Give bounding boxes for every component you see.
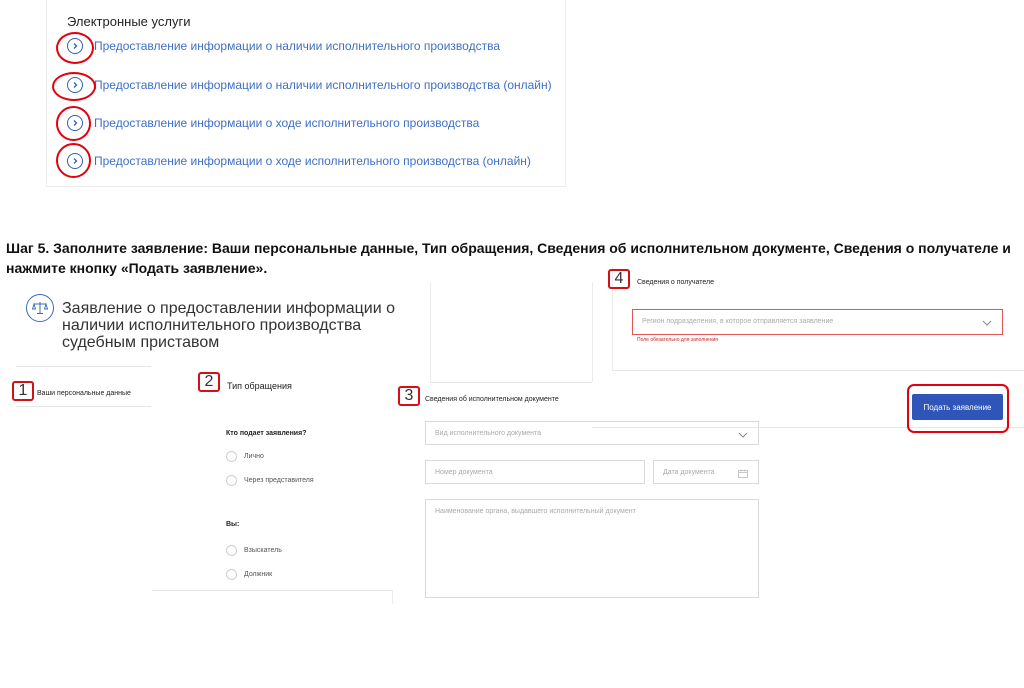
chevron-down-icon[interactable] <box>738 432 748 440</box>
service-link[interactable]: Предоставление информации о ходе исполни… <box>94 154 531 168</box>
services-panel: Электронные услуги Предоставление информ… <box>46 0 566 187</box>
divider <box>16 366 151 367</box>
issuer-textarea[interactable]: Наименование органа, выдавшего исполните… <box>425 499 759 598</box>
service-item[interactable]: Предоставление информации о ходе исполни… <box>61 146 531 176</box>
section-number-1: 1 <box>12 381 34 401</box>
document-number-placeholder: Номер документа <box>435 469 493 476</box>
radio-label[interactable]: Должник <box>244 571 272 578</box>
section-number-2: 2 <box>198 372 220 392</box>
document-date-placeholder: Дата документа <box>663 469 715 476</box>
radio-option[interactable]: Взыскатель <box>226 545 282 556</box>
issuer-placeholder: Наименование органа, выдавшего исполните… <box>435 508 636 515</box>
divider <box>16 406 151 407</box>
radio-option[interactable]: Лично <box>226 451 264 462</box>
section-label-recipient[interactable]: Сведения о получателе <box>637 279 714 286</box>
divider <box>430 282 431 382</box>
divider <box>430 382 592 383</box>
submit-button[interactable]: Подать заявление <box>912 394 1003 420</box>
region-placeholder: Регион подразделения, в которое отправля… <box>642 318 834 325</box>
service-link[interactable]: Предоставление информации о наличии испо… <box>94 78 552 92</box>
chevron-down-icon[interactable] <box>982 320 992 328</box>
divider <box>152 590 392 591</box>
section-number-3: 3 <box>398 386 420 406</box>
radio-button[interactable] <box>226 545 237 556</box>
radio-button[interactable] <box>226 475 237 486</box>
divider <box>392 590 393 604</box>
service-link[interactable]: Предоставление информации о наличии испо… <box>94 39 500 53</box>
service-item[interactable]: Предоставление информации о наличии испо… <box>61 31 500 61</box>
service-item[interactable]: Предоставление информации о наличии испо… <box>61 70 552 100</box>
annotation-ellipse <box>56 143 91 178</box>
section-label-appeal-type[interactable]: Тип обращения <box>227 381 292 391</box>
document-date-input[interactable]: Дата документа <box>653 460 759 484</box>
radio-button[interactable] <box>226 569 237 580</box>
section-number-4: 4 <box>608 269 630 289</box>
step-heading: Шаг 5. Заполните заявление: Ваши персона… <box>6 240 1011 276</box>
services-title: Электронные услуги <box>67 14 191 29</box>
question-who-applies: Кто подает заявления? <box>226 430 307 437</box>
radio-label[interactable]: Лично <box>244 453 264 460</box>
radio-option[interactable]: Должник <box>226 569 272 580</box>
scales-emblem-icon <box>26 294 54 322</box>
radio-label[interactable]: Через представителя <box>244 477 314 484</box>
document-number-input[interactable]: Номер документа <box>425 460 645 484</box>
divider <box>592 282 593 382</box>
service-link[interactable]: Предоставление информации о ходе исполни… <box>94 116 479 130</box>
calendar-icon[interactable] <box>738 469 748 480</box>
annotation-ellipse <box>56 32 94 64</box>
document-type-select[interactable]: Вид исполнительного документа <box>425 421 759 445</box>
radio-option[interactable]: Через представителя <box>226 475 314 486</box>
annotation-ellipse <box>52 72 96 101</box>
radio-label[interactable]: Взыскатель <box>244 547 282 554</box>
service-item[interactable]: Предоставление информации о ходе исполни… <box>61 108 479 138</box>
form-title: Заявление о предоставлении информации о … <box>62 300 395 351</box>
section-label-document-info[interactable]: Сведения об исполнительном документе <box>425 396 559 403</box>
question-you-are: Вы: <box>226 521 240 528</box>
divider <box>612 370 1024 371</box>
region-select[interactable]: Регион подразделения, в которое отправля… <box>632 309 1003 335</box>
document-type-placeholder: Вид исполнительного документа <box>435 430 542 437</box>
radio-button[interactable] <box>226 451 237 462</box>
annotation-ellipse <box>56 106 91 141</box>
section-label-personal-data[interactable]: Ваши персональные данные <box>37 390 131 397</box>
region-error-text: Поле обязательно для заполнения <box>637 337 718 343</box>
